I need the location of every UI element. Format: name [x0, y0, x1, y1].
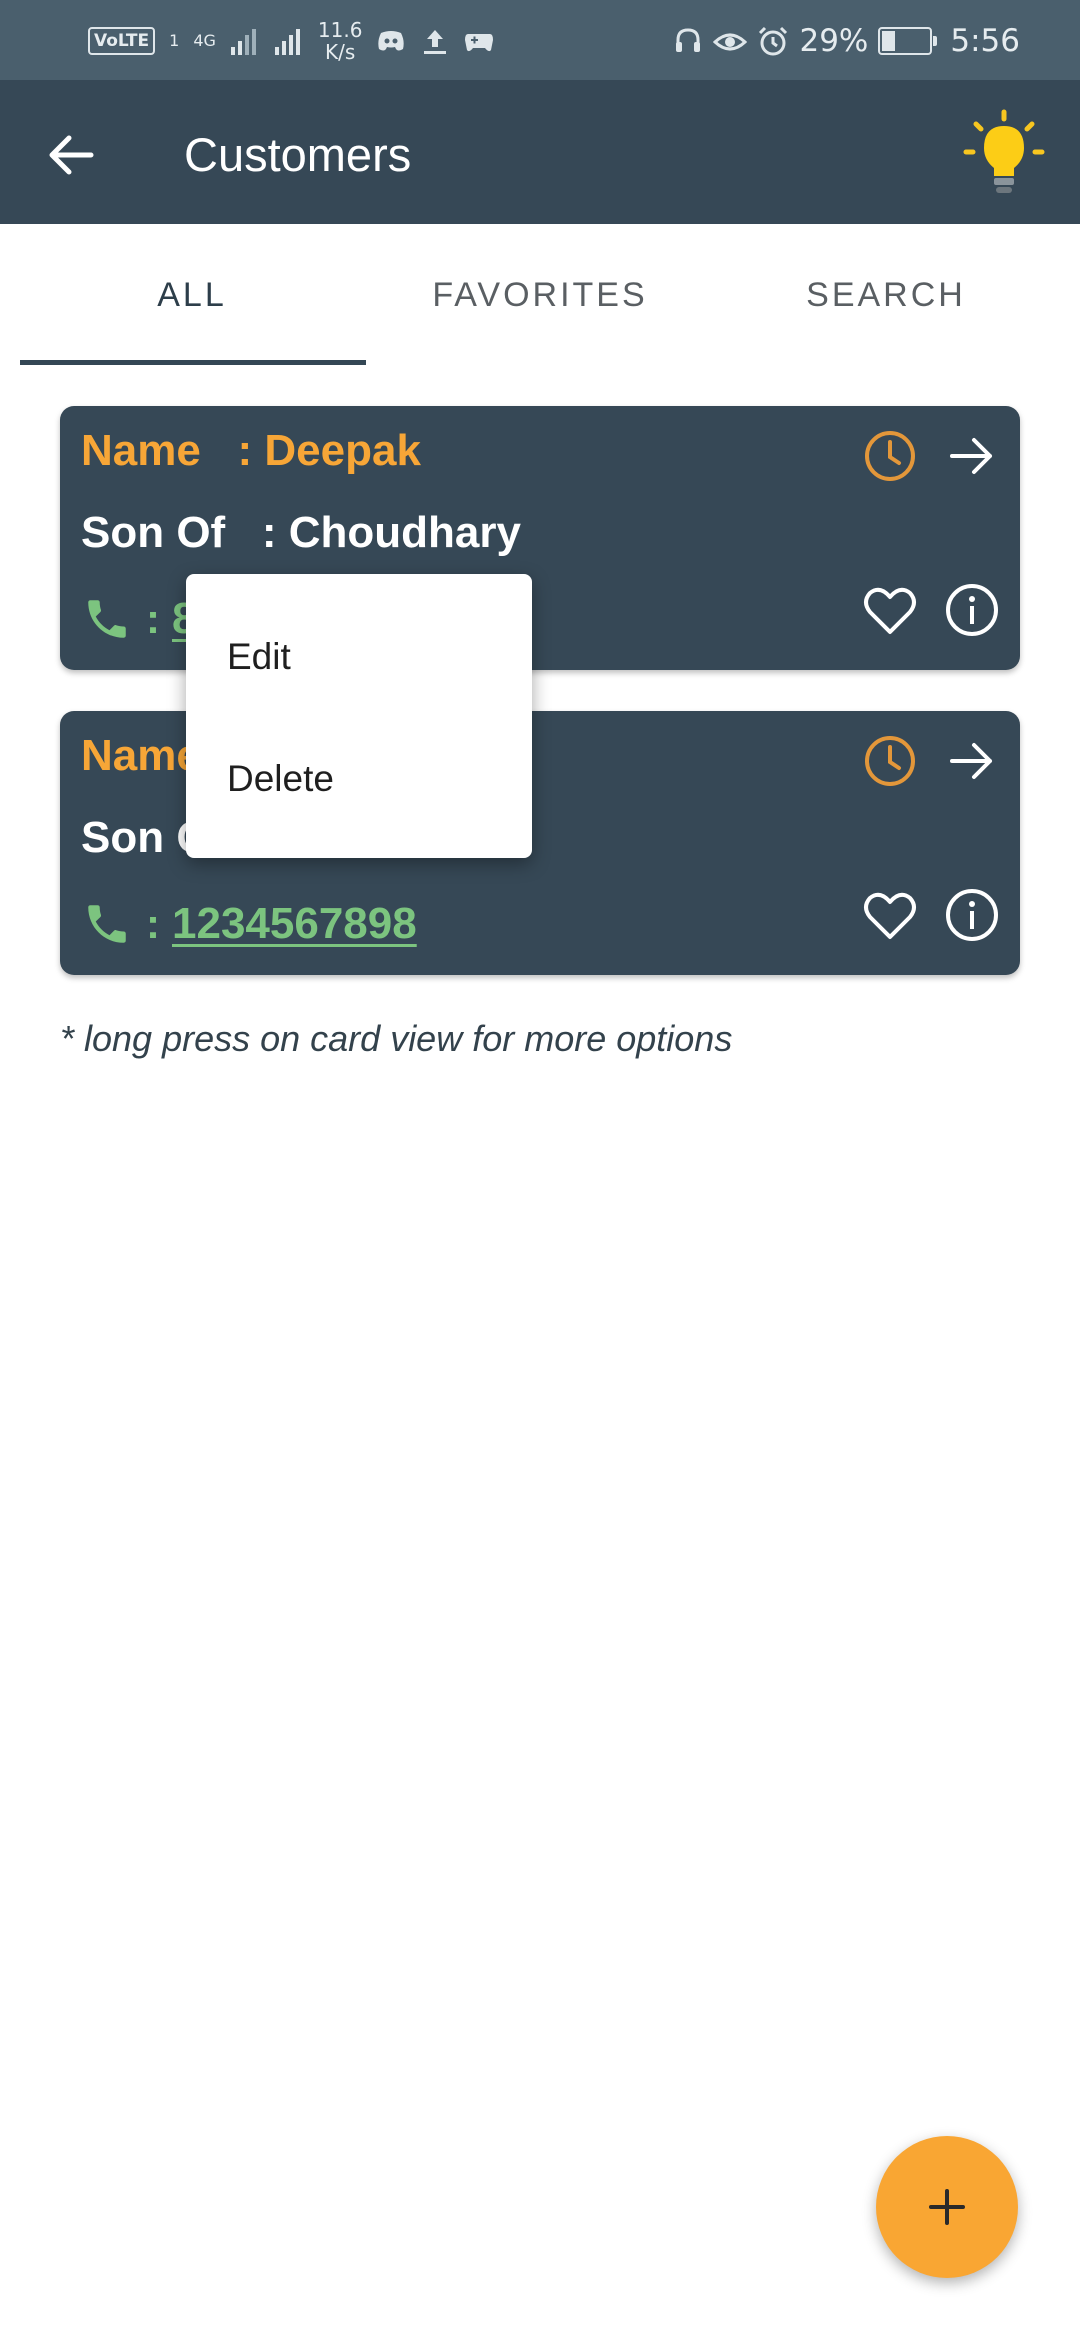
customer-son-of: Son Of : Choudhary: [81, 508, 521, 557]
battery-percent: 29%: [799, 23, 869, 59]
status-bar: VoLTE 1 4G 11.6 K/s 29% 5:56: [0, 0, 1080, 80]
clock: 5:56: [950, 23, 1020, 59]
tab-indicator: [20, 360, 366, 365]
info-icon[interactable]: [942, 885, 1002, 945]
lightbulb-icon: [963, 109, 1045, 193]
eye-icon: [713, 33, 748, 51]
network-type: 4G: [193, 31, 216, 50]
phone-separator: :: [146, 900, 160, 947]
plus-icon: [929, 2189, 965, 2225]
arrow-right-icon[interactable]: [942, 731, 1002, 791]
volte-badge: VoLTE: [88, 27, 156, 55]
headset-icon: [676, 28, 701, 52]
phone-row: : 8: [82, 594, 196, 644]
signal-icon: [230, 29, 256, 55]
tab-search[interactable]: SEARCH: [712, 224, 1060, 366]
customer-name: Name: [81, 731, 201, 780]
phone-number[interactable]: 1234567898: [172, 899, 417, 949]
app-bar: Customers: [0, 80, 1080, 224]
menu-item-delete[interactable]: Delete: [227, 758, 334, 800]
heart-icon[interactable]: [860, 580, 920, 640]
history-icon[interactable]: [860, 426, 920, 486]
phone-row: : 1234567898: [82, 899, 417, 949]
lightbulb-button[interactable]: [962, 108, 1046, 204]
back-button[interactable]: [36, 120, 106, 190]
tab-all[interactable]: ALL: [18, 224, 366, 366]
customer-name: Name : Deepak: [81, 426, 421, 475]
arrow-left-icon: [49, 135, 94, 175]
context-menu: Edit Delete: [186, 574, 532, 858]
alarm-icon: [759, 26, 788, 56]
upload-icon: [424, 30, 447, 54]
battery-level: [882, 31, 896, 51]
tab-bar: ALL FAVORITES SEARCH: [0, 224, 1080, 366]
game-icon: [465, 34, 494, 52]
phone-icon: [88, 905, 126, 943]
menu-item-edit[interactable]: Edit: [227, 636, 291, 678]
battery-icon: [878, 27, 938, 55]
add-customer-button[interactable]: [876, 2136, 1018, 2278]
signal-icon: [274, 29, 300, 55]
history-icon[interactable]: [860, 731, 920, 791]
phone-separator: :: [146, 595, 160, 642]
network-speed: 11.6 K/s: [317, 18, 363, 64]
heart-icon[interactable]: [860, 885, 920, 945]
arrow-right-icon[interactable]: [942, 426, 1002, 486]
info-icon[interactable]: [942, 580, 1002, 640]
discord-icon: [378, 31, 405, 51]
page-title: Customers: [184, 128, 412, 181]
hint-text: * long press on card view for more optio…: [60, 1018, 733, 1059]
tab-favorites[interactable]: FAVORITES: [366, 224, 714, 366]
sim-slot: 1: [169, 31, 180, 50]
phone-icon: [88, 600, 126, 638]
